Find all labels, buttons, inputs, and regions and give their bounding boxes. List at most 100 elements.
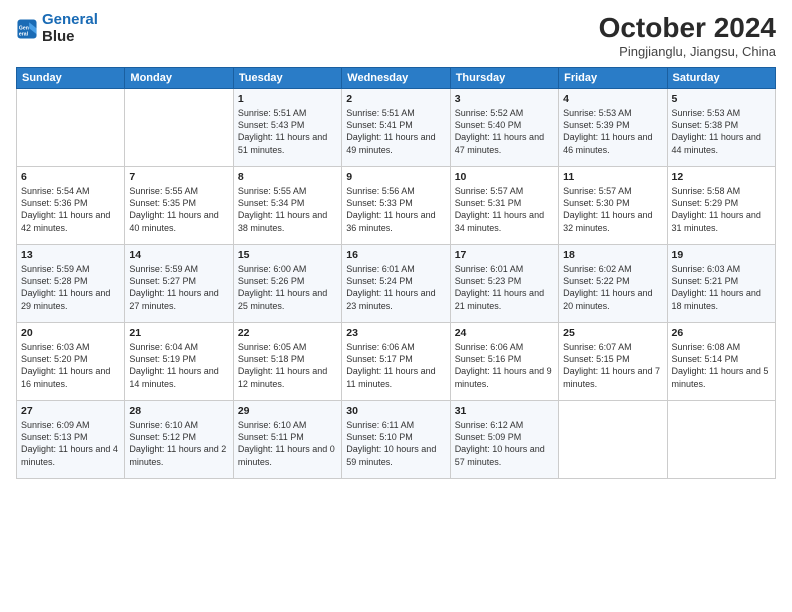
calendar-cell: 22Sunrise: 6:05 AMSunset: 5:18 PMDayligh… [233, 323, 341, 401]
logo-line2: Blue [42, 29, 98, 46]
day-number: 4 [563, 92, 662, 106]
day-number: 16 [346, 248, 445, 262]
calendar-cell: 21Sunrise: 6:04 AMSunset: 5:19 PMDayligh… [125, 323, 233, 401]
calendar-cell: 7Sunrise: 5:55 AMSunset: 5:35 PMDaylight… [125, 167, 233, 245]
day-info: Sunrise: 6:02 AMSunset: 5:22 PMDaylight:… [563, 263, 662, 312]
day-number: 3 [455, 92, 554, 106]
day-number: 5 [672, 92, 771, 106]
day-info: Sunrise: 5:56 AMSunset: 5:33 PMDaylight:… [346, 185, 445, 234]
day-number: 31 [455, 404, 554, 418]
calendar-week-3: 13Sunrise: 5:59 AMSunset: 5:28 PMDayligh… [17, 245, 776, 323]
day-info: Sunrise: 5:54 AMSunset: 5:36 PMDaylight:… [21, 185, 120, 234]
calendar-week-5: 27Sunrise: 6:09 AMSunset: 5:13 PMDayligh… [17, 401, 776, 479]
day-info: Sunrise: 6:08 AMSunset: 5:14 PMDaylight:… [672, 341, 771, 390]
calendar-cell: 24Sunrise: 6:06 AMSunset: 5:16 PMDayligh… [450, 323, 558, 401]
logo-icon: Gen eral [16, 18, 38, 40]
calendar-cell: 4Sunrise: 5:53 AMSunset: 5:39 PMDaylight… [559, 89, 667, 167]
day-number: 1 [238, 92, 337, 106]
day-number: 20 [21, 326, 120, 340]
day-number: 25 [563, 326, 662, 340]
day-info: Sunrise: 5:57 AMSunset: 5:30 PMDaylight:… [563, 185, 662, 234]
calendar-cell: 23Sunrise: 6:06 AMSunset: 5:17 PMDayligh… [342, 323, 450, 401]
calendar-cell: 25Sunrise: 6:07 AMSunset: 5:15 PMDayligh… [559, 323, 667, 401]
header-friday: Friday [559, 68, 667, 89]
calendar-cell: 13Sunrise: 5:59 AMSunset: 5:28 PMDayligh… [17, 245, 125, 323]
day-number: 19 [672, 248, 771, 262]
calendar-cell [17, 89, 125, 167]
calendar-cell: 11Sunrise: 5:57 AMSunset: 5:30 PMDayligh… [559, 167, 667, 245]
header-tuesday: Tuesday [233, 68, 341, 89]
calendar-header-row: SundayMondayTuesdayWednesdayThursdayFrid… [17, 68, 776, 89]
logo-text: General Blue [42, 12, 98, 45]
day-number: 2 [346, 92, 445, 106]
day-number: 8 [238, 170, 337, 184]
calendar-cell: 16Sunrise: 6:01 AMSunset: 5:24 PMDayligh… [342, 245, 450, 323]
day-number: 18 [563, 248, 662, 262]
day-info: Sunrise: 6:10 AMSunset: 5:11 PMDaylight:… [238, 419, 337, 468]
calendar-cell: 3Sunrise: 5:52 AMSunset: 5:40 PMDaylight… [450, 89, 558, 167]
header-saturday: Saturday [667, 68, 775, 89]
day-info: Sunrise: 5:59 AMSunset: 5:28 PMDaylight:… [21, 263, 120, 312]
day-number: 27 [21, 404, 120, 418]
day-number: 21 [129, 326, 228, 340]
svg-text:eral: eral [19, 31, 29, 37]
day-info: Sunrise: 6:01 AMSunset: 5:23 PMDaylight:… [455, 263, 554, 312]
calendar-cell: 28Sunrise: 6:10 AMSunset: 5:12 PMDayligh… [125, 401, 233, 479]
day-number: 23 [346, 326, 445, 340]
calendar-cell: 18Sunrise: 6:02 AMSunset: 5:22 PMDayligh… [559, 245, 667, 323]
calendar-week-2: 6Sunrise: 5:54 AMSunset: 5:36 PMDaylight… [17, 167, 776, 245]
calendar-cell: 30Sunrise: 6:11 AMSunset: 5:10 PMDayligh… [342, 401, 450, 479]
calendar-cell: 5Sunrise: 5:53 AMSunset: 5:38 PMDaylight… [667, 89, 775, 167]
day-info: Sunrise: 6:06 AMSunset: 5:16 PMDaylight:… [455, 341, 554, 390]
header-thursday: Thursday [450, 68, 558, 89]
day-info: Sunrise: 5:52 AMSunset: 5:40 PMDaylight:… [455, 107, 554, 156]
page: Gen eral General Blue October 2024 Pingj… [0, 0, 792, 612]
day-info: Sunrise: 6:06 AMSunset: 5:17 PMDaylight:… [346, 341, 445, 390]
day-info: Sunrise: 6:01 AMSunset: 5:24 PMDaylight:… [346, 263, 445, 312]
location-subtitle: Pingjianglu, Jiangsu, China [599, 44, 776, 59]
day-number: 17 [455, 248, 554, 262]
calendar-cell: 1Sunrise: 5:51 AMSunset: 5:43 PMDaylight… [233, 89, 341, 167]
day-info: Sunrise: 6:09 AMSunset: 5:13 PMDaylight:… [21, 419, 120, 468]
day-number: 13 [21, 248, 120, 262]
day-info: Sunrise: 5:53 AMSunset: 5:38 PMDaylight:… [672, 107, 771, 156]
day-info: Sunrise: 5:57 AMSunset: 5:31 PMDaylight:… [455, 185, 554, 234]
calendar-week-4: 20Sunrise: 6:03 AMSunset: 5:20 PMDayligh… [17, 323, 776, 401]
logo: Gen eral General Blue [16, 12, 98, 45]
month-title: October 2024 [599, 12, 776, 44]
day-number: 12 [672, 170, 771, 184]
day-info: Sunrise: 6:00 AMSunset: 5:26 PMDaylight:… [238, 263, 337, 312]
day-info: Sunrise: 5:51 AMSunset: 5:41 PMDaylight:… [346, 107, 445, 156]
calendar-cell: 6Sunrise: 5:54 AMSunset: 5:36 PMDaylight… [17, 167, 125, 245]
day-number: 14 [129, 248, 228, 262]
calendar-cell: 9Sunrise: 5:56 AMSunset: 5:33 PMDaylight… [342, 167, 450, 245]
day-number: 28 [129, 404, 228, 418]
logo-line1: General [42, 11, 98, 28]
day-info: Sunrise: 5:58 AMSunset: 5:29 PMDaylight:… [672, 185, 771, 234]
calendar-cell: 27Sunrise: 6:09 AMSunset: 5:13 PMDayligh… [17, 401, 125, 479]
svg-text:Gen: Gen [19, 25, 29, 31]
calendar-cell: 29Sunrise: 6:10 AMSunset: 5:11 PMDayligh… [233, 401, 341, 479]
day-number: 9 [346, 170, 445, 184]
calendar-cell: 2Sunrise: 5:51 AMSunset: 5:41 PMDaylight… [342, 89, 450, 167]
calendar-cell: 17Sunrise: 6:01 AMSunset: 5:23 PMDayligh… [450, 245, 558, 323]
header: Gen eral General Blue October 2024 Pingj… [16, 12, 776, 59]
day-number: 7 [129, 170, 228, 184]
day-info: Sunrise: 5:51 AMSunset: 5:43 PMDaylight:… [238, 107, 337, 156]
calendar-week-1: 1Sunrise: 5:51 AMSunset: 5:43 PMDaylight… [17, 89, 776, 167]
calendar-table: SundayMondayTuesdayWednesdayThursdayFrid… [16, 67, 776, 479]
calendar-cell: 12Sunrise: 5:58 AMSunset: 5:29 PMDayligh… [667, 167, 775, 245]
calendar-cell [559, 401, 667, 479]
day-info: Sunrise: 6:03 AMSunset: 5:20 PMDaylight:… [21, 341, 120, 390]
day-info: Sunrise: 5:55 AMSunset: 5:35 PMDaylight:… [129, 185, 228, 234]
day-number: 29 [238, 404, 337, 418]
calendar-cell: 8Sunrise: 5:55 AMSunset: 5:34 PMDaylight… [233, 167, 341, 245]
calendar-cell: 14Sunrise: 5:59 AMSunset: 5:27 PMDayligh… [125, 245, 233, 323]
day-info: Sunrise: 6:12 AMSunset: 5:09 PMDaylight:… [455, 419, 554, 468]
day-info: Sunrise: 6:07 AMSunset: 5:15 PMDaylight:… [563, 341, 662, 390]
calendar-cell [667, 401, 775, 479]
header-monday: Monday [125, 68, 233, 89]
day-info: Sunrise: 5:53 AMSunset: 5:39 PMDaylight:… [563, 107, 662, 156]
day-number: 6 [21, 170, 120, 184]
header-sunday: Sunday [17, 68, 125, 89]
